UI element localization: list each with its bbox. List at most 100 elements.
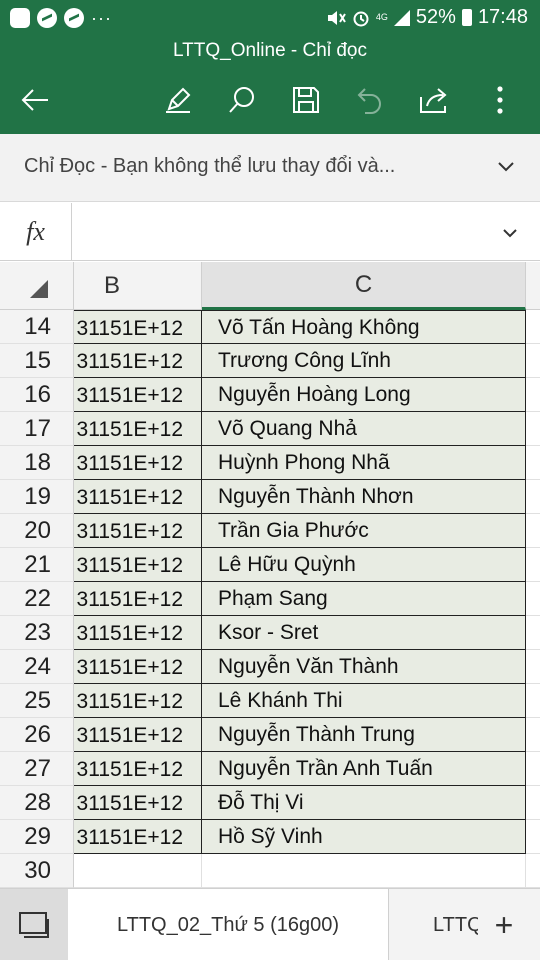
- row-header[interactable]: 30: [0, 854, 74, 888]
- cell-b-value: 31151E+12: [76, 792, 183, 815]
- row-header[interactable]: 17: [0, 412, 74, 446]
- cell-c[interactable]: Trương Công Lĩnh: [202, 344, 526, 378]
- search-button[interactable]: [220, 76, 264, 124]
- row-header[interactable]: 27: [0, 752, 74, 786]
- cell-b[interactable]: 31151E+12: [74, 480, 202, 514]
- more-options-button[interactable]: [478, 76, 522, 124]
- cell-c[interactable]: [202, 854, 526, 888]
- row-header[interactable]: 20: [0, 514, 74, 548]
- row-header[interactable]: 25: [0, 684, 74, 718]
- cell-d[interactable]: [526, 752, 540, 786]
- row-header[interactable]: 14: [0, 310, 74, 344]
- cell-b[interactable]: 31151E+12: [74, 344, 202, 378]
- row-header[interactable]: 24: [0, 650, 74, 684]
- cell-b[interactable]: 31151E+12: [74, 582, 202, 616]
- cell-b[interactable]: 31151E+12: [74, 412, 202, 446]
- cell-c[interactable]: Nguyễn Thành Nhơn: [202, 480, 526, 514]
- select-all-corner[interactable]: [0, 262, 74, 310]
- cell-c[interactable]: Trần Gia Phước: [202, 514, 526, 548]
- cell-b[interactable]: 31151E+12: [74, 310, 202, 344]
- cell-d[interactable]: [526, 854, 540, 888]
- row-header[interactable]: 23: [0, 616, 74, 650]
- cell-c[interactable]: Võ Quang Nhả: [202, 412, 526, 446]
- add-sheet-button[interactable]: +: [488, 907, 520, 943]
- row-header[interactable]: 16: [0, 378, 74, 412]
- row-header[interactable]: 22: [0, 582, 74, 616]
- share-button[interactable]: [412, 76, 456, 124]
- cell-c[interactable]: Nguyễn Văn Thành: [202, 650, 526, 684]
- cell-d[interactable]: [526, 650, 540, 684]
- cell-c[interactable]: Lê Khánh Thi: [202, 684, 526, 718]
- cell-b-value: 31151E+12: [76, 758, 183, 781]
- row-header[interactable]: 18: [0, 446, 74, 480]
- cell-c[interactable]: Lê Hữu Quỳnh: [202, 548, 526, 582]
- cell-d[interactable]: [526, 412, 540, 446]
- cell-b[interactable]: 31151E+12: [74, 378, 202, 412]
- spreadsheet-grid[interactable]: B C 14 31151E+12 Võ Tấn Hoàng Không 15 31151…: [0, 262, 540, 888]
- undo-button[interactable]: [348, 76, 392, 124]
- cell-b-value: 31151E+12: [76, 317, 183, 340]
- sheet-tab-next[interactable]: LTTQ: [388, 889, 478, 960]
- save-button[interactable]: [284, 76, 328, 124]
- sheet-tab-active[interactable]: LTTQ_02_Thứ 5 (16g00): [68, 889, 388, 960]
- cell-d[interactable]: [526, 718, 540, 752]
- cell-d[interactable]: [526, 820, 540, 854]
- battery-percent: 52%: [415, 6, 456, 28]
- row-header[interactable]: 26: [0, 718, 74, 752]
- column-header-b[interactable]: B: [74, 262, 202, 310]
- table-row: 26 31151E+12 Nguyễn Thành Trung: [0, 718, 540, 752]
- cell-b[interactable]: 31151E+12: [74, 548, 202, 582]
- cell-b[interactable]: 31151E+12: [74, 684, 202, 718]
- read-only-info-bar[interactable]: Chỉ Đọc - Bạn không thể lưu thay đổi và.…: [0, 134, 540, 202]
- row-header[interactable]: 19: [0, 480, 74, 514]
- back-button[interactable]: [13, 76, 57, 124]
- formula-input[interactable]: [73, 203, 500, 261]
- cell-b[interactable]: 31151E+12: [74, 446, 202, 480]
- expand-formula-icon[interactable]: [502, 227, 518, 239]
- cell-d[interactable]: [526, 310, 540, 344]
- cell-d[interactable]: [526, 616, 540, 650]
- cell-b[interactable]: 31151E+12: [74, 786, 202, 820]
- chevron-down-icon[interactable]: [496, 156, 516, 176]
- cell-c[interactable]: Nguyễn Hoàng Long: [202, 378, 526, 412]
- cell-c[interactable]: Đỗ Thị Vi: [202, 786, 526, 820]
- cell-d[interactable]: [526, 786, 540, 820]
- cell-c[interactable]: Nguyễn Thành Trung: [202, 718, 526, 752]
- sheet-list-button[interactable]: [0, 889, 68, 960]
- cell-d[interactable]: [526, 582, 540, 616]
- cell-c[interactable]: Ksor - Sret: [202, 616, 526, 650]
- cell-b[interactable]: 31151E+12: [74, 616, 202, 650]
- cell-d[interactable]: [526, 480, 540, 514]
- cell-d[interactable]: [526, 514, 540, 548]
- table-row: 20 31151E+12 Trần Gia Phước: [0, 514, 540, 548]
- cell-b[interactable]: 31151E+12: [74, 820, 202, 854]
- cell-b[interactable]: [74, 854, 202, 888]
- table-row: 23 31151E+12 Ksor - Sret: [0, 616, 540, 650]
- cell-b[interactable]: 31151E+12: [74, 650, 202, 684]
- cell-c[interactable]: Hồ Sỹ Vinh: [202, 820, 526, 854]
- column-header-c[interactable]: C: [202, 262, 526, 310]
- cell-d[interactable]: [526, 446, 540, 480]
- cell-c[interactable]: Phạm Sang: [202, 582, 526, 616]
- cell-d[interactable]: [526, 548, 540, 582]
- cell-c[interactable]: Võ Tấn Hoàng Không: [202, 310, 526, 344]
- cell-d[interactable]: [526, 378, 540, 412]
- row-header[interactable]: 29: [0, 820, 74, 854]
- row-header[interactable]: 15: [0, 344, 74, 378]
- cell-d[interactable]: [526, 684, 540, 718]
- cell-b[interactable]: 31151E+12: [74, 514, 202, 548]
- row-header[interactable]: 28: [0, 786, 74, 820]
- cell-b[interactable]: 31151E+12: [74, 752, 202, 786]
- status-bar: ··· 4G 52% 17:48: [0, 0, 540, 36]
- cell-d[interactable]: [526, 344, 540, 378]
- cell-c[interactable]: Nguyễn Trần Anh Tuấn: [202, 752, 526, 786]
- cell-b-value: 31151E+12: [76, 826, 183, 849]
- grid-rows: 14 31151E+12 Võ Tấn Hoàng Không 15 31151E+12…: [0, 310, 540, 888]
- cell-b[interactable]: 31151E+12: [74, 718, 202, 752]
- table-row: 27 31151E+12 Nguyễn Trần Anh Tuấn: [0, 752, 540, 786]
- toolbar: [0, 76, 540, 126]
- edit-button[interactable]: [156, 76, 200, 124]
- row-header[interactable]: 21: [0, 548, 74, 582]
- cell-c[interactable]: Huỳnh Phong Nhã: [202, 446, 526, 480]
- fx-icon[interactable]: fx: [0, 203, 72, 261]
